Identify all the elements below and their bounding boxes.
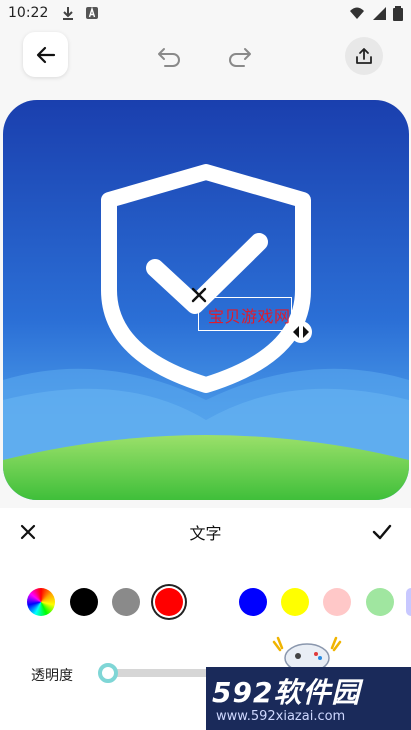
close-icon bbox=[191, 287, 207, 303]
color-swatch-blue[interactable] bbox=[239, 588, 267, 616]
resize-handle[interactable] bbox=[290, 321, 312, 343]
share-button[interactable] bbox=[345, 37, 383, 75]
color-swatch-black[interactable] bbox=[70, 588, 98, 616]
signal-icon bbox=[373, 7, 386, 20]
arrow-left-icon bbox=[36, 46, 55, 63]
status-bar: 10:22 bbox=[0, 0, 411, 28]
status-right-icons bbox=[349, 5, 403, 21]
delete-text-button[interactable] bbox=[188, 284, 210, 306]
panel-title: 文字 bbox=[189, 524, 222, 543]
share-upload-icon bbox=[356, 48, 372, 64]
battery-icon bbox=[393, 6, 403, 21]
undo-icon bbox=[158, 48, 180, 67]
color-swatch-pink[interactable] bbox=[323, 588, 351, 616]
color-swatch-green[interactable] bbox=[366, 588, 394, 616]
opacity-label: 透明度 bbox=[31, 668, 73, 684]
undo-button[interactable] bbox=[152, 38, 188, 74]
color-swatch-gray[interactable] bbox=[112, 588, 140, 616]
wifi-icon bbox=[350, 7, 364, 19]
color-swatch-red[interactable] bbox=[155, 588, 183, 616]
redo-button[interactable] bbox=[221, 38, 257, 74]
color-swatch-lavender[interactable] bbox=[406, 588, 411, 616]
check-icon bbox=[372, 524, 392, 540]
status-left-icons bbox=[60, 5, 100, 21]
watermark-title: 592软件园 bbox=[212, 676, 361, 709]
keyboard-a-icon bbox=[86, 6, 98, 19]
back-button[interactable] bbox=[23, 32, 68, 77]
resize-handle-icon bbox=[293, 326, 309, 338]
watermark-banner: 592软件园 www.592xiazai.com bbox=[206, 667, 411, 730]
overlay-text[interactable]: 宝贝游戏网 bbox=[208, 303, 291, 327]
status-time: 10:22 bbox=[8, 5, 49, 21]
redo-icon bbox=[229, 48, 251, 67]
panel-confirm-button[interactable] bbox=[368, 518, 396, 546]
editor-toolbar bbox=[0, 28, 411, 88]
color-swatch-yellow[interactable] bbox=[281, 588, 309, 616]
opacity-slider-thumb[interactable] bbox=[98, 663, 118, 683]
download-icon bbox=[63, 7, 73, 20]
color-swatch-rainbow[interactable] bbox=[27, 588, 55, 616]
watermark-url: www.592xiazai.com bbox=[216, 709, 346, 724]
